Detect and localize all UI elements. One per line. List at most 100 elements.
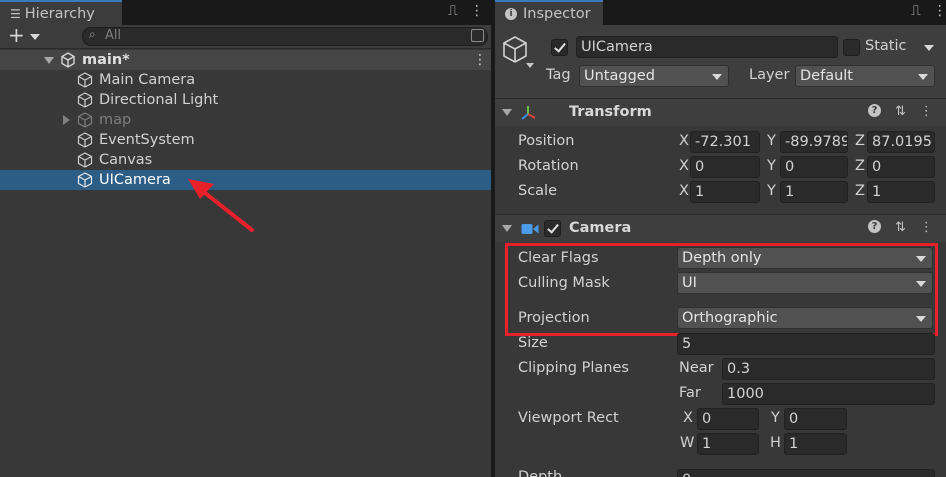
scale-z-field[interactable]: 1 xyxy=(867,181,935,203)
gameobject-cube-icon xyxy=(77,152,93,168)
hierarchy-item-label: Directional Light xyxy=(99,92,219,108)
viewport-w-label[interactable]: W xyxy=(680,435,694,451)
hierarchy-toolbar: + ⌕ All xyxy=(0,23,491,49)
annotation-arrow-icon xyxy=(188,179,254,232)
viewport-y-field[interactable]: 0 xyxy=(784,408,847,430)
hierarchy-tab[interactable]: ☰ Hierarchy xyxy=(0,0,122,25)
camera-icon xyxy=(521,224,539,234)
position-z-label[interactable]: Z xyxy=(855,133,865,149)
far-label[interactable]: Far xyxy=(679,385,701,401)
viewport-h-label[interactable]: H xyxy=(770,435,781,451)
object-name-field[interactable]: UICamera xyxy=(576,36,838,58)
position-y-field[interactable]: -89.9789 xyxy=(780,131,848,153)
hierarchy-tab-icons: ⎍ ⋮ xyxy=(448,3,484,19)
gameobject-cube-icon xyxy=(77,92,93,108)
position-z-field[interactable]: 87.0195 xyxy=(867,131,935,153)
lock-icon[interactable]: ⎍ xyxy=(911,3,921,19)
viewport-x-field[interactable]: 0 xyxy=(697,408,759,430)
preset-icon[interactable]: ⇅ xyxy=(895,220,906,235)
scale-y-label[interactable]: Y xyxy=(767,183,776,199)
annotation-highlight-box xyxy=(505,243,938,336)
object-header: UICamera Static Tag Untagged Layer Defau… xyxy=(495,25,946,98)
viewport-y-label[interactable]: Y xyxy=(771,410,780,426)
menu-kebab-icon[interactable]: ⋮ xyxy=(933,3,946,19)
expand-arrow-icon[interactable] xyxy=(63,115,70,125)
size-field[interactable]: 5 xyxy=(677,333,935,355)
transform-fold-icon[interactable] xyxy=(502,109,512,116)
icon-dropdown-caret[interactable] xyxy=(526,63,534,68)
transform-header-icons: ? ⇅ ⋮ xyxy=(868,104,933,119)
inspector-tab-icons: ⎍ ⋮ xyxy=(911,3,946,19)
layer-dropdown[interactable]: Default xyxy=(795,65,935,87)
hierarchy-item-label: map xyxy=(99,112,132,128)
camera-header[interactable]: Camera ? ⇅ ⋮ xyxy=(495,214,946,242)
menu-kebab-icon[interactable]: ⋮ xyxy=(470,3,484,19)
transform-axes-icon xyxy=(521,106,536,120)
position-y-label[interactable]: Y xyxy=(767,133,776,149)
scene-menu-icon[interactable]: ⋮ xyxy=(473,50,487,70)
static-checkbox[interactable] xyxy=(843,39,860,56)
transform-header[interactable]: Transform ? ⇅ ⋮ xyxy=(495,98,946,126)
rotation-x-field[interactable]: 0 xyxy=(690,156,760,178)
camera-title: Camera xyxy=(569,220,632,236)
scene-name: main* xyxy=(82,52,130,68)
hierarchy-item-canvas[interactable]: Canvas xyxy=(0,150,491,170)
help-icon[interactable]: ? xyxy=(868,220,881,233)
tag-label: Tag xyxy=(546,67,571,83)
gameobject-cube-icon xyxy=(77,172,93,188)
active-checkbox[interactable] xyxy=(551,39,568,56)
static-label: Static xyxy=(865,38,907,54)
camera-fold-icon[interactable] xyxy=(502,225,512,232)
rotation-z-field[interactable]: 0 xyxy=(867,156,935,178)
tag-dropdown[interactable]: Untagged xyxy=(579,65,729,87)
hierarchy-item-main-camera[interactable]: Main Camera xyxy=(0,70,491,90)
hierarchy-item-map[interactable]: map xyxy=(0,110,491,130)
help-icon[interactable]: ? xyxy=(868,104,881,117)
scale-y-field[interactable]: 1 xyxy=(780,181,848,203)
inspector-tab-label: Inspector xyxy=(523,5,591,22)
hierarchy-item-eventsystem[interactable]: EventSystem xyxy=(0,130,491,150)
component-menu-icon[interactable]: ⋮ xyxy=(920,220,933,235)
static-dropdown-caret[interactable] xyxy=(924,45,934,51)
gameobject-cube-icon xyxy=(77,72,93,88)
near-field[interactable]: 0.3 xyxy=(722,358,935,380)
near-label[interactable]: Near xyxy=(679,360,714,376)
hierarchy-list-icon: ☰ xyxy=(10,6,21,21)
scale-x-field[interactable]: 1 xyxy=(690,181,760,203)
hierarchy-item-label: UICamera xyxy=(99,172,171,188)
viewport-h-field[interactable]: 1 xyxy=(784,433,847,455)
camera-header-icons: ? ⇅ ⋮ xyxy=(868,220,933,235)
rotation-z-label[interactable]: Z xyxy=(855,158,865,174)
viewport-x-label[interactable]: X xyxy=(683,410,693,426)
rotation-y-field[interactable]: 0 xyxy=(780,156,848,178)
search-input[interactable]: ⌕ All xyxy=(82,27,488,46)
unity-scene-icon xyxy=(61,52,75,68)
search-placeholder: All xyxy=(105,28,122,43)
component-menu-icon[interactable]: ⋮ xyxy=(920,104,933,119)
chevron-down-icon xyxy=(918,74,928,80)
chevron-down-icon xyxy=(712,74,722,80)
depth-field[interactable]: 0 xyxy=(677,469,935,477)
position-x-field[interactable]: -72.301 xyxy=(690,131,760,153)
scale-x-label[interactable]: X xyxy=(679,183,689,199)
search-expand-icon[interactable] xyxy=(471,29,484,42)
gameobject-large-icon[interactable] xyxy=(501,35,529,67)
preset-icon[interactable]: ⇅ xyxy=(895,104,906,119)
chevron-down-icon[interactable] xyxy=(30,34,40,40)
scene-fold-icon[interactable] xyxy=(44,57,54,64)
rotation-x-label[interactable]: X xyxy=(679,158,689,174)
lock-icon[interactable]: ⎍ xyxy=(448,3,458,19)
info-icon: i xyxy=(505,7,517,20)
inspector-tab[interactable]: i Inspector xyxy=(495,0,603,25)
viewport-w-field[interactable]: 1 xyxy=(697,433,759,455)
hierarchy-item-directional-light[interactable]: Directional Light xyxy=(0,90,491,110)
add-button[interactable]: + xyxy=(8,23,25,47)
camera-enabled-checkbox[interactable] xyxy=(544,220,561,237)
gameobject-cube-icon xyxy=(77,112,93,128)
position-x-label[interactable]: X xyxy=(679,133,689,149)
rotation-y-label[interactable]: Y xyxy=(767,158,776,174)
scale-z-label[interactable]: Z xyxy=(855,183,865,199)
scene-row[interactable]: main* ⋮ xyxy=(0,50,491,70)
far-field[interactable]: 1000 xyxy=(722,383,935,405)
search-icon: ⌕ xyxy=(89,27,96,41)
